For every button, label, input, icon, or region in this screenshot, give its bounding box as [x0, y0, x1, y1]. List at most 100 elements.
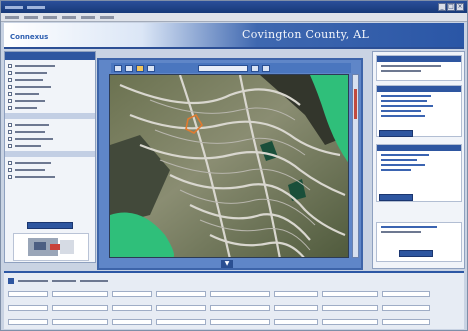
attribute-cell[interactable]	[274, 305, 318, 311]
layer-checkbox[interactable]	[8, 77, 12, 82]
query-option[interactable]	[381, 169, 411, 171]
attribute-cell[interactable]	[322, 305, 378, 311]
attribute-cell[interactable]	[52, 319, 108, 325]
layer-row[interactable]	[5, 128, 95, 135]
menu-item[interactable]	[5, 15, 19, 19]
layer-checkbox[interactable]	[8, 136, 12, 141]
layer-checkbox[interactable]	[8, 129, 12, 134]
menu-item[interactable]	[81, 15, 95, 19]
panel-toggle-icon[interactable]	[8, 278, 14, 284]
layer-group-header[interactable]	[5, 113, 95, 119]
map-mode-tabs[interactable]	[198, 64, 248, 72]
attribute-cell[interactable]	[274, 291, 318, 297]
layer-row[interactable]	[5, 173, 95, 180]
attribute-cell[interactable]	[8, 291, 48, 297]
attribute-cell[interactable]	[382, 291, 430, 297]
info-link[interactable]	[381, 226, 437, 228]
layer-group-header[interactable]	[5, 151, 95, 157]
attribute-cell[interactable]	[112, 291, 152, 297]
print-icon[interactable]	[262, 64, 270, 72]
menu-item[interactable]	[24, 15, 38, 19]
layer-row[interactable]	[5, 83, 95, 90]
attribute-cell[interactable]	[210, 305, 270, 311]
query-option[interactable]	[381, 154, 429, 156]
map-vertical-scrollbar[interactable]	[352, 74, 359, 258]
layer-row[interactable]	[5, 90, 95, 97]
search-label	[381, 70, 421, 72]
layer-row[interactable]	[5, 121, 95, 128]
layers-panel	[4, 51, 96, 263]
attribute-cell[interactable]	[382, 305, 430, 311]
attribute-cell[interactable]	[52, 291, 108, 297]
menu-item[interactable]	[62, 15, 76, 19]
page-title: Covington County, AL	[242, 28, 370, 41]
pan-icon[interactable]	[114, 64, 122, 72]
layer-row[interactable]	[5, 104, 95, 111]
layer-checkbox[interactable]	[8, 91, 12, 96]
query-option[interactable]	[381, 159, 417, 161]
layer-checkbox[interactable]	[8, 167, 12, 172]
attribute-cell[interactable]	[382, 319, 430, 325]
layers-panel-header	[5, 52, 95, 60]
layer-row[interactable]	[5, 76, 95, 83]
query-option[interactable]	[381, 164, 425, 166]
legend-apply-button[interactable]	[379, 130, 413, 137]
minimize-button[interactable]: _	[438, 3, 446, 11]
attribute-cell[interactable]	[112, 305, 152, 311]
zoom-out-icon[interactable]	[136, 64, 144, 72]
layer-label	[15, 144, 41, 147]
layer-checkbox[interactable]	[8, 143, 12, 148]
apply-layers-button[interactable]	[27, 222, 73, 229]
layer-row[interactable]	[5, 62, 95, 69]
attribute-cell[interactable]	[52, 305, 108, 311]
layer-row[interactable]	[5, 166, 95, 173]
layer-row[interactable]	[5, 142, 95, 149]
attribute-cell[interactable]	[156, 305, 206, 311]
scrollbar-thumb[interactable]	[354, 89, 357, 119]
layer-checkbox[interactable]	[8, 98, 12, 103]
layer-checkbox[interactable]	[8, 63, 12, 68]
legend-item	[381, 100, 427, 102]
attribute-cell[interactable]	[156, 319, 206, 325]
layer-row[interactable]	[5, 159, 95, 166]
layer-checkbox[interactable]	[8, 70, 12, 75]
attribute-tab-label[interactable]	[18, 280, 48, 282]
attribute-cell[interactable]	[210, 319, 270, 325]
layer-row[interactable]	[5, 69, 95, 76]
attribute-cell[interactable]	[112, 319, 152, 325]
layer-row[interactable]	[5, 135, 95, 142]
attribute-tab-label[interactable]	[80, 280, 108, 282]
attribute-cell[interactable]	[274, 319, 318, 325]
measure-icon[interactable]	[251, 64, 259, 72]
overview-map-thumbnail[interactable]	[13, 233, 89, 261]
attribute-cell[interactable]	[156, 291, 206, 297]
map-viewer: ▼	[97, 58, 363, 270]
attribute-cell[interactable]	[322, 291, 378, 297]
menu-item[interactable]	[100, 15, 114, 19]
attribute-cell[interactable]	[8, 305, 48, 311]
maximize-button[interactable]: □	[447, 3, 455, 11]
menu-item[interactable]	[43, 15, 57, 19]
layer-row[interactable]	[5, 97, 95, 104]
layer-checkbox[interactable]	[8, 122, 12, 127]
map-canvas[interactable]	[109, 74, 349, 258]
info-go-button[interactable]	[399, 250, 433, 257]
results-panel	[372, 51, 465, 269]
attribute-cell[interactable]	[210, 291, 270, 297]
layer-label	[15, 92, 39, 95]
layer-checkbox[interactable]	[8, 174, 12, 179]
layer-label	[15, 64, 55, 67]
legend-item	[381, 95, 431, 97]
zoom-in-icon[interactable]	[125, 64, 133, 72]
layer-checkbox[interactable]	[8, 105, 12, 110]
scroll-down-icon[interactable]: ▼	[221, 260, 233, 268]
attribute-cell[interactable]	[8, 319, 48, 325]
attribute-cell[interactable]	[322, 319, 378, 325]
identify-icon[interactable]	[147, 64, 155, 72]
query-run-button[interactable]	[379, 194, 413, 201]
close-button[interactable]: ×	[456, 3, 464, 11]
attribute-tab-label[interactable]	[52, 280, 76, 282]
layer-checkbox[interactable]	[8, 160, 12, 165]
layer-checkbox[interactable]	[8, 84, 12, 89]
title-bar-text-blur	[5, 5, 23, 9]
